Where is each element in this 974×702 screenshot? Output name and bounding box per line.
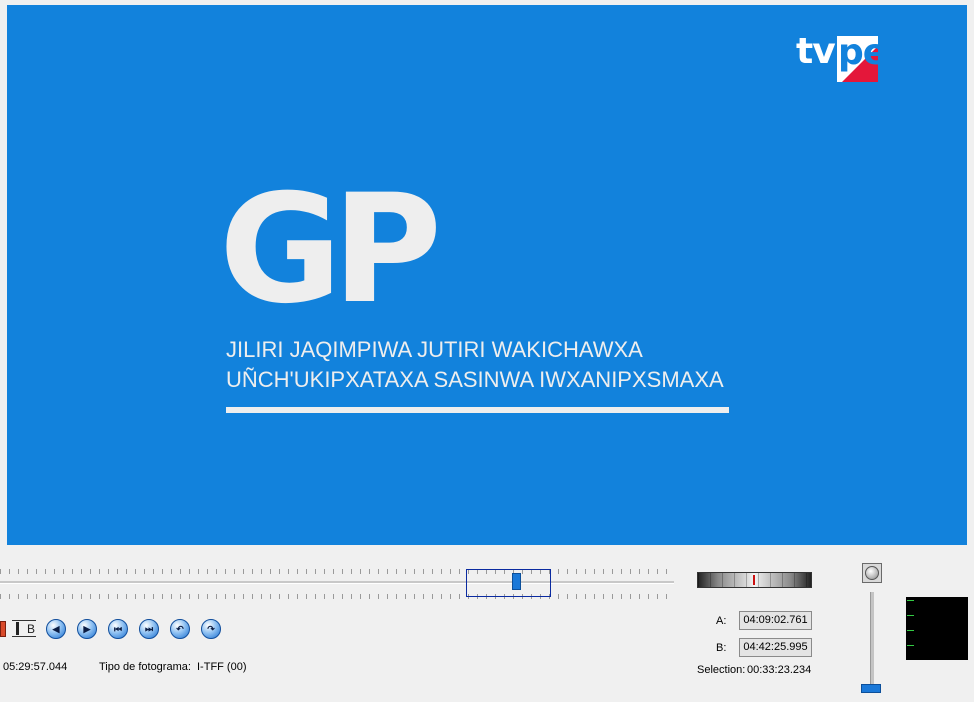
go-to-end-icon: ⏭ [144,623,154,634]
meter-mark [907,645,914,646]
go-to-start-icon: ⏮ [113,623,123,634]
next-keyframe-icon: ↷ [207,623,215,634]
meter-mark [907,615,914,616]
go-to-start-button[interactable]: ⏮ [108,619,128,639]
channel-logo-pe: pe [838,36,878,73]
previous-keyframe-button[interactable]: ↶ [170,619,190,639]
jog-shuttle-wheel[interactable] [697,572,812,588]
marker-b-icon [16,622,19,635]
timeline-ticks-bottom [0,594,674,599]
jog-wheel-indicator [753,575,755,585]
speaker-icon [865,566,879,580]
next-keyframe-button[interactable]: ↷ [201,619,221,639]
set-marker-b-button[interactable]: B [12,620,36,637]
marker-a-time[interactable]: 04:09:02.761 [739,611,812,630]
marker-a-label: A: [716,615,727,627]
volume-slider-thumb[interactable] [861,684,881,693]
tagline-line-1: JILIRI JAQIMPIWA JUTIRI WAKICHAWXA [226,337,643,362]
timeline-playhead[interactable] [512,573,521,590]
set-marker-a-button[interactable] [0,621,6,637]
gp-logo-text: GP [219,163,442,337]
frame-type-value: I-TFF (00) [197,661,247,673]
mark-out-button[interactable]: ▶ [77,619,97,639]
meter-mark [907,600,914,601]
previous-keyframe-icon: ↶ [176,623,184,634]
audio-level-meter [906,597,968,660]
frame-type-label: Tipo de fotograma: [99,661,191,673]
meter-mark [907,630,914,631]
marker-b-time-label: B: [716,642,727,654]
channel-logo-tv: tv [796,31,836,72]
mark-in-icon: ◀ [52,623,60,634]
tagline-underline [226,407,729,413]
mark-in-button[interactable]: ◀ [46,619,66,639]
marker-b-time[interactable]: 04:42:25.995 [739,638,812,657]
video-preview: tv pe GP JILIRI JAQIMPIWA JUTIRI WAKICHA… [7,5,967,545]
volume-slider-track[interactable] [870,592,874,687]
current-time: 05:29:57.044 [3,661,68,673]
timeline-selection-range[interactable] [466,569,551,597]
selection-label: Selection: [697,664,746,676]
mark-out-icon: ▶ [83,623,91,634]
channel-logo-badge: pe [837,36,878,82]
volume-button[interactable] [862,563,882,583]
marker-b-label: B [26,622,35,636]
timeline-track[interactable] [0,581,674,584]
tagline-line-2: UÑCH'UKIPXATAXA SASINWA IWXANIPXSMAXA [226,367,724,392]
go-to-end-button[interactable]: ⏭ [139,619,159,639]
selection-duration: 00:33:23.234 [747,664,812,676]
timeline-ticks-top [0,569,674,574]
